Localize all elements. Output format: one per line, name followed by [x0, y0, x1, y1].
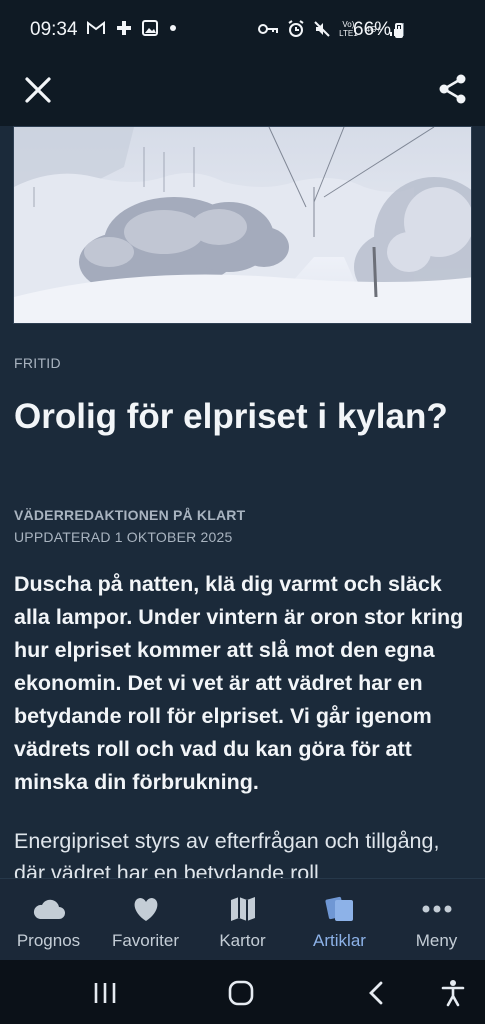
alarm-icon [288, 20, 304, 37]
nav-item-artiklar[interactable]: Artiklar [291, 879, 388, 961]
snowy-landscape-image [14, 127, 471, 323]
medical-icon [117, 21, 131, 35]
share-icon [439, 74, 466, 104]
article-hero-image [13, 126, 472, 324]
share-button[interactable] [436, 72, 470, 106]
article-author: VÄDERREDAKTIONEN PÅ KLART [14, 507, 246, 523]
article-body: Energipriset styrs av efterfrågan och ti… [14, 829, 440, 878]
status-time: 09:34 [30, 19, 78, 40]
heart-icon [134, 898, 157, 921]
articles-icon [324, 896, 353, 921]
close-button[interactable] [20, 72, 56, 108]
recents-button[interactable] [90, 978, 120, 1008]
image-icon [142, 20, 158, 36]
nav-label-artiklar: Artiklar [313, 931, 366, 950]
battery-percent: 66% [353, 19, 392, 40]
back-button[interactable] [362, 978, 392, 1008]
nav-label-favoriter: Favoriter [111, 931, 180, 950]
nav-item-meny[interactable]: Meny [388, 879, 485, 961]
nav-item-prognos[interactable]: Prognos [0, 879, 97, 961]
accessibility-icon [441, 980, 465, 1007]
article-category[interactable]: FRITID [14, 355, 61, 371]
home-button[interactable] [226, 978, 256, 1008]
nav-item-favoriter[interactable]: Favoriter [97, 879, 194, 961]
gmail-icon [87, 21, 105, 34]
bottom-navigation: Prognos Favoriter Kartor Artiklar Meny [0, 878, 485, 961]
status-bar: 09:34 Vo) LTE1 4G+ 66% [0, 0, 485, 62]
map-icon [230, 897, 255, 921]
nav-label-kartor: Kartor [219, 931, 266, 950]
battery-icon [395, 23, 403, 38]
close-icon [25, 77, 51, 103]
cloud-icon [33, 899, 65, 919]
key-icon [258, 24, 279, 34]
home-icon [228, 980, 254, 1006]
back-icon [369, 981, 383, 1005]
notification-icons [86, 20, 178, 36]
nav-label-meny: Meny [415, 931, 458, 950]
more-icon [422, 905, 451, 913]
recents-icon [94, 983, 116, 1003]
nav-label-prognos: Prognos [16, 931, 81, 950]
article-header [0, 62, 485, 126]
mute-icon [314, 21, 330, 37]
article-lead: Duscha på natten, klä dig varmt och släc… [14, 572, 464, 794]
nav-item-kartor[interactable]: Kartor [194, 879, 291, 961]
article-content[interactable]: FRITID Orolig för elpriset i kylan? VÄDE… [0, 126, 485, 878]
dot-icon [170, 25, 176, 31]
accessibility-button[interactable] [438, 978, 468, 1008]
article-title: Orolig för elpriset i kylan? [14, 397, 448, 436]
system-navigation-bar [0, 960, 485, 1024]
article-updated-date: UPPDATERAD 1 OKTOBER 2025 [14, 529, 233, 545]
